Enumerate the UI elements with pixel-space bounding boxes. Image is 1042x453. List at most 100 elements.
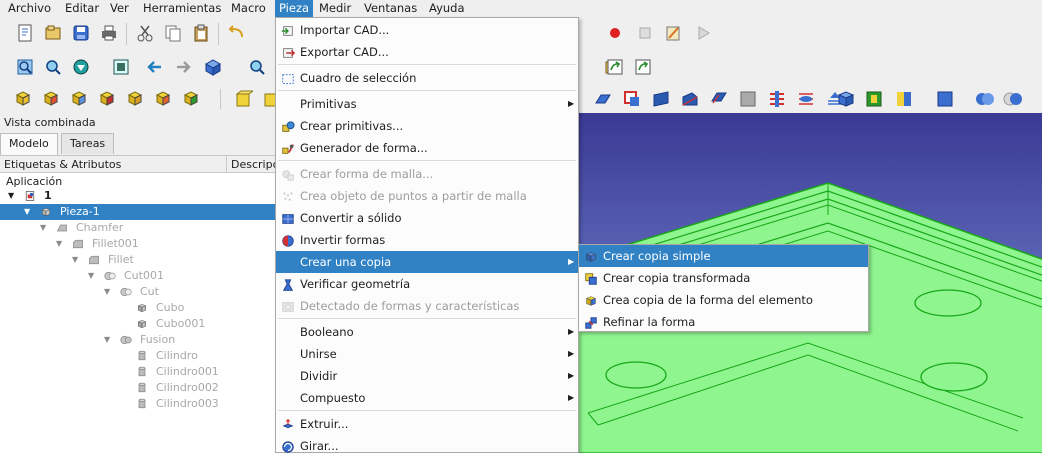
part-op-button-8[interactable] xyxy=(795,88,817,110)
expand-arrow-icon[interactable]: ▼ xyxy=(24,204,30,220)
expand-arrow-icon[interactable]: ▼ xyxy=(72,252,78,268)
part-op-button-3[interactable] xyxy=(650,88,672,110)
tab-modelo[interactable]: Modelo xyxy=(0,133,58,155)
menu-macro[interactable]: Macro xyxy=(227,0,270,17)
column-header-labels[interactable]: Etiquetas & Atributos xyxy=(0,156,226,173)
macro-stop-button[interactable] xyxy=(634,22,656,44)
macro-run-button[interactable] xyxy=(692,22,714,44)
tree-item[interactable]: ▼ 1 xyxy=(0,188,276,204)
tree-item[interactable]: ▼ Cut001 xyxy=(0,268,276,284)
expand-arrow-icon[interactable]: ▼ xyxy=(56,236,62,252)
menu-item-importar-cad[interactable]: Importar CAD... xyxy=(276,19,578,41)
part-tool-button-5[interactable] xyxy=(124,88,146,110)
fit-selection-button[interactable] xyxy=(42,56,64,78)
undo-button[interactable] xyxy=(225,22,247,44)
expand-arrow-icon[interactable]: ▼ xyxy=(40,220,46,236)
draw-style-button[interactable] xyxy=(70,56,92,78)
part-tool-button-1[interactable] xyxy=(12,88,34,110)
menu-item-verificar-geometria[interactable]: Verificar geometría xyxy=(276,273,578,295)
menu-item-generador-de-forma[interactable]: Generador de forma... xyxy=(276,137,578,159)
fit-all-button[interactable] xyxy=(14,56,36,78)
part-tool-button-2[interactable] xyxy=(40,88,62,110)
menu-item-exportar-cad[interactable]: Exportar CAD... xyxy=(276,41,578,63)
paste-button[interactable] xyxy=(190,22,212,44)
expand-arrow-icon[interactable]: ▼ xyxy=(104,332,110,348)
tree-item[interactable]: Cilindro xyxy=(0,348,276,364)
menu-item-girar[interactable]: Girar... xyxy=(276,435,578,453)
menu-ventanas[interactable]: Ventanas xyxy=(360,0,421,17)
compound-button[interactable] xyxy=(893,88,915,110)
part-op-button-5[interactable] xyxy=(708,88,730,110)
part-op-button-2[interactable] xyxy=(621,88,643,110)
expand-arrow-icon[interactable]: ▼ xyxy=(104,284,110,300)
zoom-button[interactable] xyxy=(246,56,268,78)
menu-item-invertir-formas[interactable]: Invertir formas xyxy=(276,229,578,251)
menu-medir[interactable]: Medir xyxy=(315,0,355,17)
part-op-button-6[interactable] xyxy=(737,88,759,110)
tree-item[interactable]: ▼ Fillet001 xyxy=(0,236,276,252)
menu-ayuda[interactable]: Ayuda xyxy=(425,0,469,17)
menu-item-crear-primitivas[interactable]: Crear primitivas... xyxy=(276,115,578,137)
menu-item-extruir[interactable]: Extruir... xyxy=(276,413,578,435)
menu-item-convertir-a-solido[interactable]: Convertir a sólido xyxy=(276,207,578,229)
menu-item-primitivas[interactable]: Primitivas ▶ xyxy=(276,93,578,115)
tree-item[interactable]: ▼ Cut xyxy=(0,284,276,300)
tree-item[interactable]: ▼ Chamfer xyxy=(0,220,276,236)
menu-item-detectado-de-formas-y-caracteristicas[interactable]: Detectado de formas y características xyxy=(276,295,578,317)
back-button[interactable] xyxy=(144,56,166,78)
menu-pieza[interactable]: Pieza xyxy=(275,0,314,17)
copy-button[interactable] xyxy=(162,22,184,44)
tree-item[interactable]: ▼ Fusion xyxy=(0,332,276,348)
menu-item-cuadro-de-seleccion[interactable]: Cuadro de selección xyxy=(276,67,578,89)
part-tool-button-7[interactable] xyxy=(180,88,202,110)
fuse-button[interactable] xyxy=(974,88,996,110)
new-document-button[interactable] xyxy=(14,22,36,44)
part-op-button-4[interactable] xyxy=(679,88,701,110)
common-button[interactable] xyxy=(1002,88,1024,110)
menu-item-booleano[interactable]: Booleano ▶ xyxy=(276,321,578,343)
menu-item-crea-objeto-de-puntos-a-partir-de-malla[interactable]: Crea objeto de puntos a partir de malla xyxy=(276,185,578,207)
submenu-item-crear-copia-simple[interactable]: Crear copia simple xyxy=(579,245,868,267)
cut-button[interactable] xyxy=(134,22,156,44)
shell-button[interactable] xyxy=(863,88,885,110)
cube-button[interactable] xyxy=(232,88,254,110)
part-op-button-1[interactable] xyxy=(592,88,614,110)
tree-item[interactable]: ▼ Pieza-1 xyxy=(0,204,276,220)
bounding-box-button[interactable] xyxy=(110,56,132,78)
menu-item-unirse[interactable]: Unirse ▶ xyxy=(276,343,578,365)
link-actions-button[interactable] xyxy=(632,56,654,78)
tree-item[interactable]: Cubo xyxy=(0,300,276,316)
open-button[interactable] xyxy=(42,22,64,44)
menu-item-compuesto[interactable]: Compuesto ▶ xyxy=(276,387,578,409)
forward-button[interactable] xyxy=(172,56,194,78)
print-button[interactable] xyxy=(98,22,120,44)
menu-ver[interactable]: Ver xyxy=(106,0,133,17)
tree-item[interactable]: Cilindro002 xyxy=(0,380,276,396)
menu-item-crear-forma-de-malla[interactable]: Crear forma de malla... xyxy=(276,163,578,185)
submenu-item-refinar-la-forma[interactable]: Refinar la forma xyxy=(579,311,868,333)
tab-tareas[interactable]: Tareas xyxy=(61,133,115,154)
link-button[interactable] xyxy=(604,56,626,78)
submenu-item-crear-copia-transformada[interactable]: Crear copia transformada xyxy=(579,267,868,289)
expand-arrow-icon[interactable]: ▼ xyxy=(88,268,94,284)
menu-editar[interactable]: Editar xyxy=(61,0,103,17)
std-views-button[interactable] xyxy=(202,56,224,78)
expand-arrow-icon[interactable]: ▼ xyxy=(8,188,14,204)
menu-item-dividir[interactable]: Dividir ▶ xyxy=(276,365,578,387)
tree-item[interactable]: Cubo001 xyxy=(0,316,276,332)
submenu-item-crea-copia-de-la-forma-del-elemento[interactable]: Crea copia de la forma del elemento xyxy=(579,289,868,311)
menu-archivo[interactable]: Archivo xyxy=(4,0,55,17)
part-tool-button-6[interactable] xyxy=(152,88,174,110)
part-op-button-7[interactable] xyxy=(766,88,788,110)
menu-herramientas[interactable]: Herramientas xyxy=(139,0,225,17)
solid-button[interactable] xyxy=(835,88,857,110)
part-tool-button-4[interactable] xyxy=(96,88,118,110)
save-button[interactable] xyxy=(70,22,92,44)
tree-item[interactable]: Cilindro001 xyxy=(0,364,276,380)
macro-record-button[interactable] xyxy=(604,22,626,44)
macro-edit-button[interactable] xyxy=(662,22,684,44)
boolean-button[interactable] xyxy=(934,88,956,110)
column-header-description[interactable]: Descripción xyxy=(226,156,276,173)
part-tool-button-3[interactable] xyxy=(68,88,90,110)
menu-item-crear-una-copia[interactable]: Crear una copia ▶ xyxy=(276,251,578,273)
